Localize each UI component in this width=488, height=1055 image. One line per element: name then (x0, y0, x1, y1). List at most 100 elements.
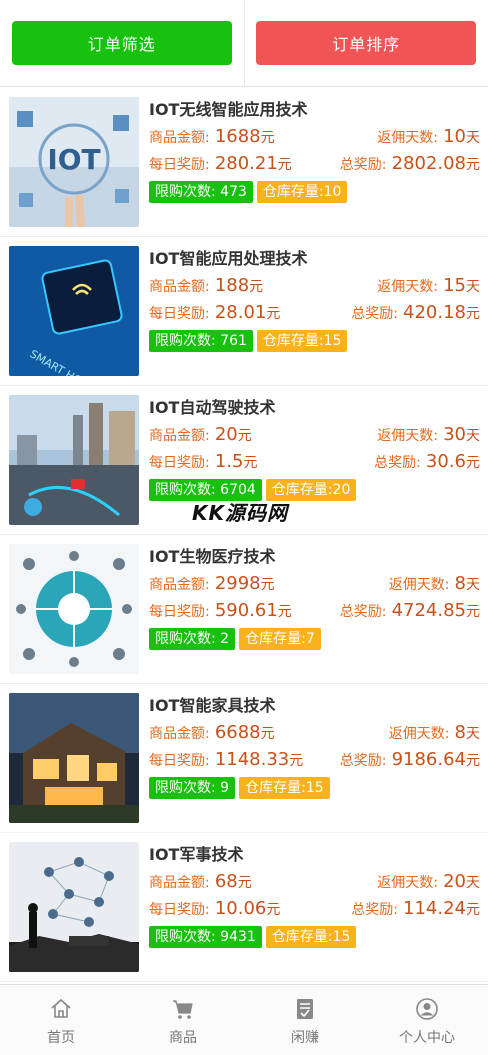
price-row: 商品金额: 68元 返佣天数: 20天 (149, 869, 480, 895)
price-label: 商品金额: (149, 130, 210, 146)
total-unit: 元 (466, 753, 480, 769)
sort-cell: 订单排序 (245, 0, 488, 86)
stock-value: 15 (332, 929, 351, 945)
price-field: 商品金额: 6688元 (149, 720, 275, 747)
filter-cell: 订单筛选 (0, 0, 245, 86)
medical-diagram-image (9, 544, 139, 674)
price-number: 2998 (214, 573, 261, 594)
stock-value: 10 (323, 184, 342, 200)
daily-unit: 元 (289, 753, 304, 769)
tab-home-label: 首页 (47, 1030, 75, 1046)
order-filter-button[interactable]: 订单筛选 (11, 21, 232, 65)
total-label: 总奖励: (339, 753, 387, 769)
daily-unit: 元 (277, 157, 292, 173)
price-row: 商品金额: 6688元 返佣天数: 8天 (149, 720, 480, 746)
order-sort-button[interactable]: 订单排序 (256, 21, 477, 65)
daily-unit: 元 (266, 902, 281, 918)
total-number: 9186.64 (391, 749, 466, 770)
product-thumbnail[interactable] (9, 544, 139, 674)
reward-row: 每日奖励: 280.21元 总奖励: 2802.08元 (149, 150, 480, 178)
reward-row: 每日奖励: 590.61元 总奖励: 4724.85元 (149, 597, 480, 625)
price-row: 商品金额: 20元 返佣天数: 30天 (149, 422, 480, 448)
reward-row: 每日奖励: 10.06元 总奖励: 114.24元 (149, 895, 480, 923)
total-value: 114.24元 (403, 898, 480, 919)
tab-profile[interactable]: 个人中心 (366, 985, 488, 1055)
limit-label: 限购次数: (155, 780, 216, 796)
price-number: 20 (214, 424, 238, 445)
days-number: 15 (443, 275, 466, 296)
total-value: 9186.64元 (392, 749, 480, 770)
limit-badge: 限购次数: 9 (149, 777, 236, 799)
daily-unit: 元 (243, 455, 258, 471)
daily-value: 1148.33元 (215, 749, 303, 770)
product-item[interactable]: IOT智能家具技术 商品金额: 6688元 返佣天数: 8天 每日奖励: 114… (0, 684, 488, 833)
days-label: 返佣天数: (388, 577, 450, 593)
price-field: 商品金额: 188元 (149, 273, 263, 300)
tab-home[interactable]: 首页 (0, 985, 122, 1055)
tab-goods[interactable]: 商品 (122, 985, 244, 1055)
tag-row: 限购次数: 2 仓库存量:7 (149, 628, 480, 650)
price-value: 188元 (215, 275, 263, 296)
product-item[interactable]: SMART HOME IOT智能应用处理技术 商品金额: 188元 返佣天数: … (0, 237, 488, 386)
total-label: 总奖励: (351, 306, 398, 322)
price-number: 1688 (214, 126, 261, 147)
price-label: 商品金额: (149, 726, 210, 742)
daily-value: 280.21元 (215, 153, 292, 174)
product-thumbnail[interactable] (9, 693, 139, 823)
price-number: 6688 (214, 722, 261, 743)
smart-home-phone-image: SMART HOME (9, 246, 139, 376)
stock-badge: 仓库存量:15 (265, 926, 357, 948)
total-number: 4724.85 (391, 600, 466, 621)
product-thumbnail[interactable]: IOT (9, 97, 139, 227)
product-info: IOT智能家具技术 商品金额: 6688元 返佣天数: 8天 每日奖励: 114… (139, 693, 480, 832)
stock-label: 仓库存量: (245, 780, 306, 796)
tag-row: 限购次数: 9 仓库存量:15 (149, 777, 480, 799)
tab-earn[interactable]: 闲赚 (244, 985, 366, 1055)
daily-number: 28.01 (214, 302, 267, 323)
product-thumbnail[interactable] (9, 842, 139, 972)
price-row: 商品金额: 188元 返佣天数: 15天 (149, 273, 480, 299)
user-icon (416, 998, 438, 1020)
price-value: 20元 (215, 424, 252, 445)
product-item[interactable]: IOT IOT无线智能应用技术 商品金额: 1688元 返佣天数: 10天 每日… (0, 88, 488, 237)
price-value: 2998元 (215, 573, 275, 594)
svg-text:IOT: IOT (47, 143, 100, 176)
total-value: 420.18元 (403, 302, 480, 323)
days-field: 返佣天数: 30天 (377, 422, 480, 449)
product-title: IOT智能应用处理技术 (149, 249, 308, 268)
daily-value: 590.61元 (215, 600, 292, 621)
daily-unit: 元 (266, 306, 281, 322)
product-info: IOT军事技术 商品金额: 68元 返佣天数: 20天 每日奖励: 10.06元… (139, 842, 480, 981)
stock-value: 20 (332, 482, 351, 498)
days-unit: 天 (466, 279, 480, 295)
days-value: 30天 (443, 424, 480, 445)
limit-label: 限购次数: (155, 184, 216, 200)
limit-label: 限购次数: (155, 482, 216, 498)
total-label: 总奖励: (351, 902, 398, 918)
limit-value: 9431 (220, 929, 256, 945)
product-item[interactable]: IOT军事技术 商品金额: 68元 返佣天数: 20天 每日奖励: 10.06元… (0, 833, 488, 982)
product-title: IOT智能家具技术 (149, 696, 276, 715)
daily-field: 每日奖励: 1148.33元 (149, 746, 303, 775)
product-thumbnail[interactable]: SMART HOME (9, 246, 139, 376)
price-value: 68元 (215, 871, 252, 892)
days-value: 20天 (443, 871, 480, 892)
days-field: 返佣天数: 15天 (377, 273, 480, 300)
product-thumbnail[interactable] (9, 395, 139, 525)
tab-earn-label: 闲赚 (291, 1030, 319, 1046)
total-number: 2802.08 (391, 153, 466, 174)
smart-house-image (9, 693, 139, 823)
price-unit: 元 (237, 428, 252, 444)
daily-label: 每日奖励: (149, 753, 210, 769)
self-driving-city-image (9, 395, 139, 525)
stock-value: 15 (323, 333, 342, 349)
daily-number: 590.61 (214, 600, 278, 621)
total-number: 30.6 (425, 451, 466, 472)
product-item[interactable]: IOT生物医疗技术 商品金额: 2998元 返佣天数: 8天 每日奖励: 590… (0, 535, 488, 684)
days-unit: 天 (466, 875, 480, 891)
total-number: 114.24 (403, 898, 466, 919)
total-label: 总奖励: (339, 157, 387, 173)
daily-number: 280.21 (214, 153, 278, 174)
price-label: 商品金额: (149, 577, 210, 593)
stock-badge: 仓库存量:15 (256, 330, 348, 352)
